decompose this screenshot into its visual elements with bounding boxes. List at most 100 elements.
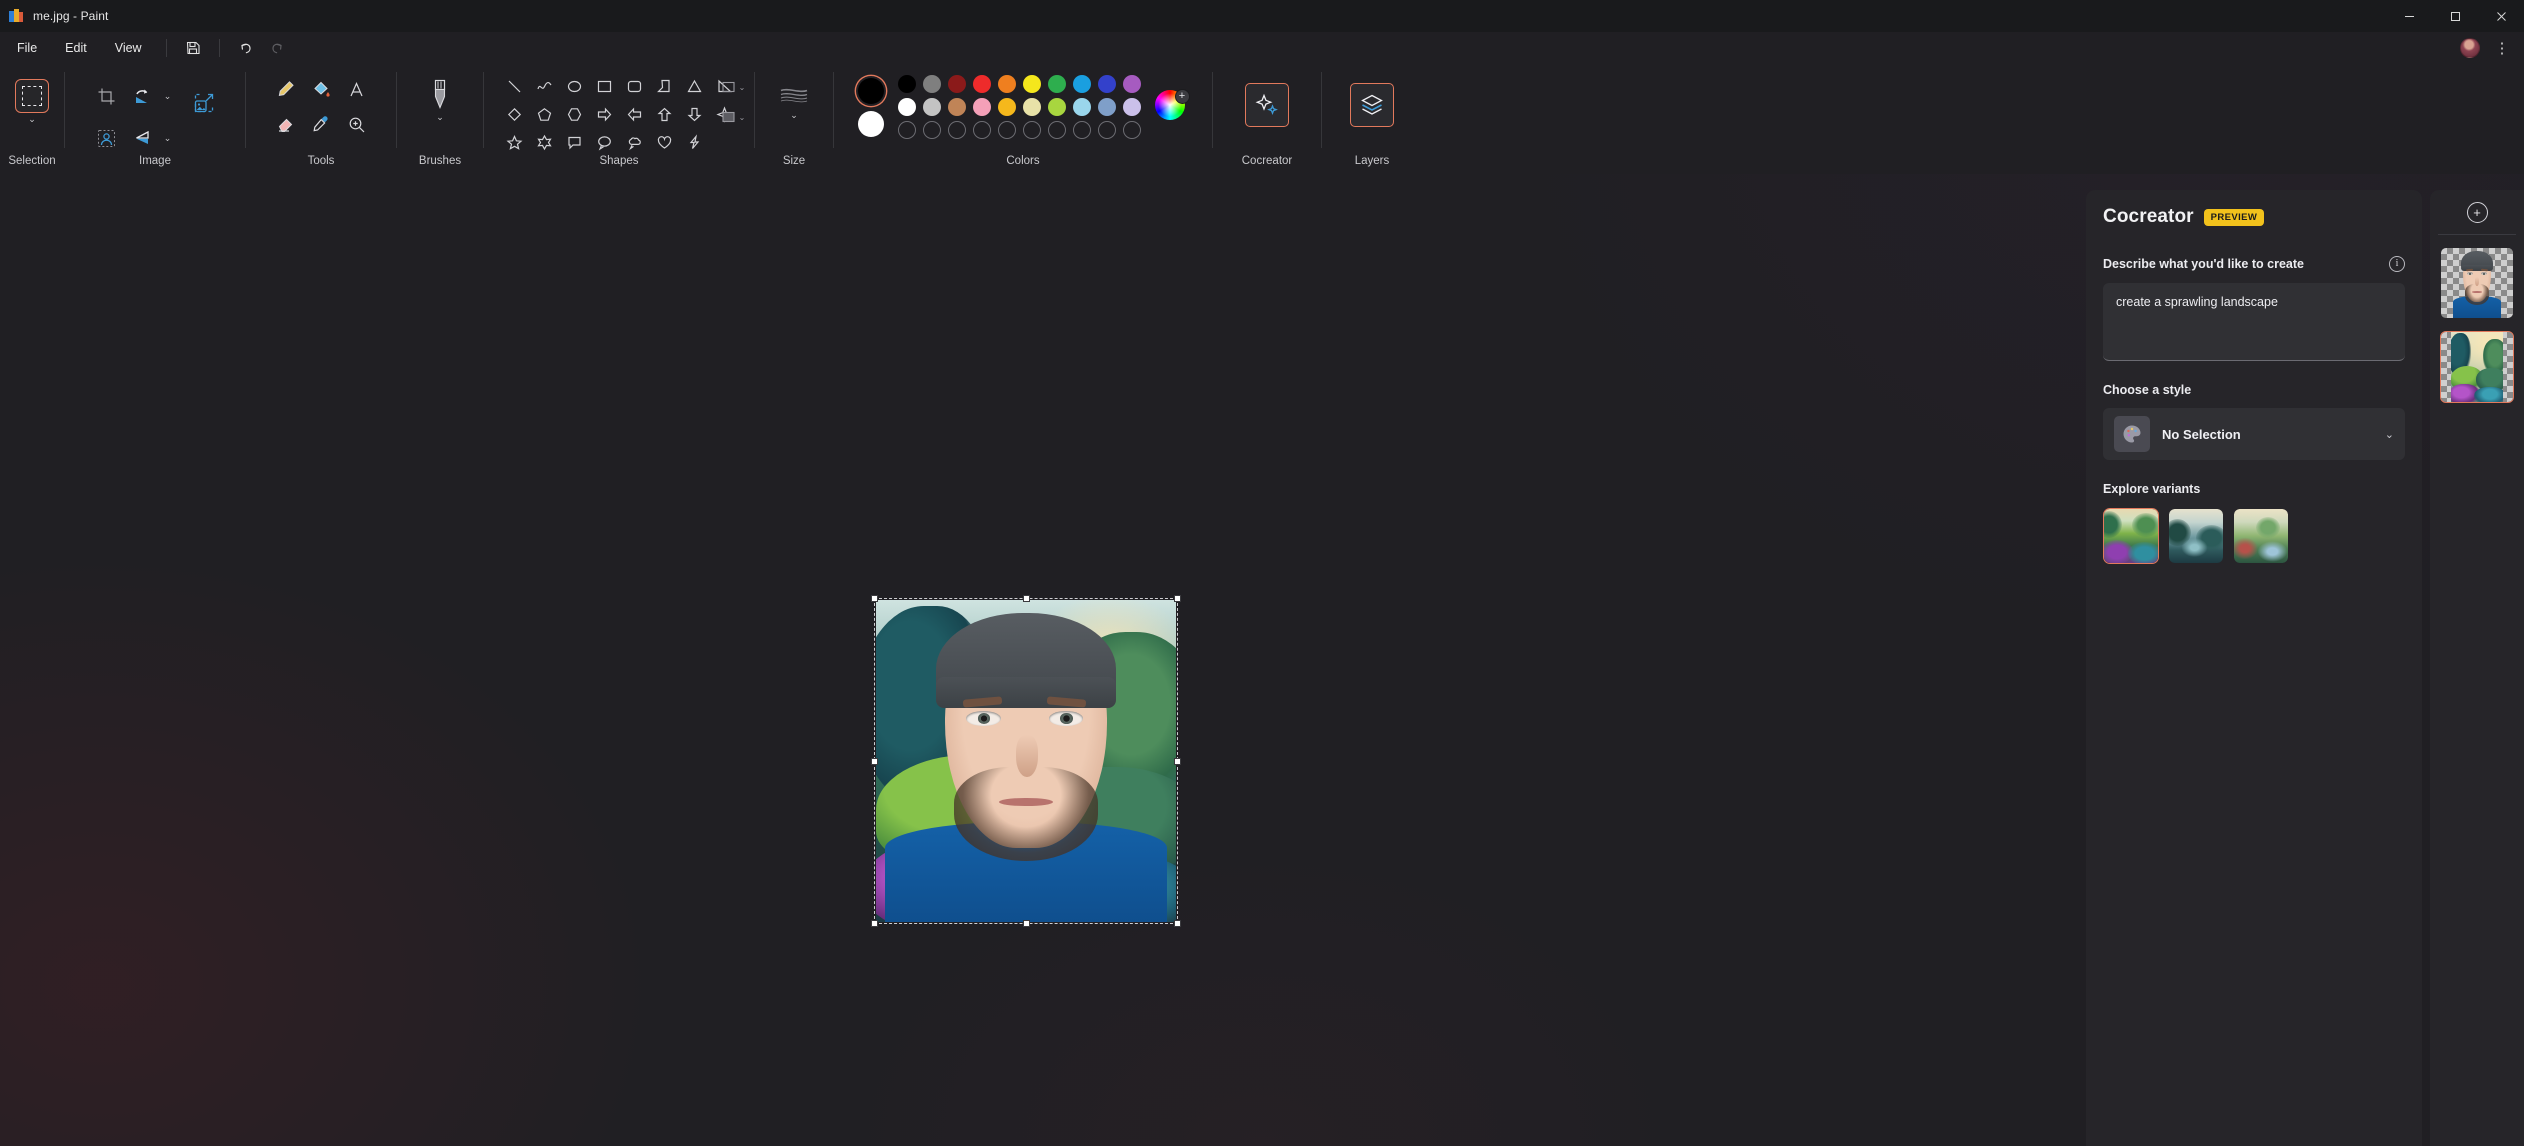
rounded-callout-shape[interactable] xyxy=(560,129,588,155)
swatch-indigo[interactable] xyxy=(1097,75,1116,93)
swatch-orange[interactable] xyxy=(997,75,1016,93)
menu-edit[interactable]: Edit xyxy=(52,36,100,60)
account-avatar[interactable] xyxy=(2460,38,2480,58)
variant-3[interactable] xyxy=(2233,508,2289,564)
swatch-pink[interactable] xyxy=(972,98,991,116)
swatch-custom-8[interactable] xyxy=(1072,121,1091,139)
triangle-shape[interactable] xyxy=(680,73,708,99)
arrow-up-shape[interactable] xyxy=(650,101,678,127)
chevron-down-icon-flip[interactable]: ⌄ xyxy=(161,124,175,152)
swatch-custom-5[interactable] xyxy=(997,121,1016,139)
swatch-dark-red[interactable] xyxy=(947,75,966,93)
oval-shape[interactable] xyxy=(560,73,588,99)
six-point-star-shape[interactable] xyxy=(530,129,558,155)
oval-callout-shape[interactable] xyxy=(590,129,618,155)
image-selection[interactable] xyxy=(871,595,1181,927)
arrow-right-shape[interactable] xyxy=(590,101,618,127)
hexagon-shape[interactable] xyxy=(560,101,588,127)
canvas-area[interactable] xyxy=(0,174,2074,1146)
rectangle-shape[interactable] xyxy=(590,73,618,99)
layer-landscape[interactable] xyxy=(2440,331,2514,403)
swatch-lime[interactable] xyxy=(1047,98,1066,116)
variant-1[interactable] xyxy=(2103,508,2159,564)
swatch-light-blue[interactable] xyxy=(1072,98,1091,116)
menu-file[interactable]: File xyxy=(4,36,50,60)
swatch-blue[interactable] xyxy=(1072,75,1091,93)
minimize-icon[interactable] xyxy=(2386,0,2432,32)
style-dropdown[interactable]: No Selection ⌄ xyxy=(2103,408,2405,460)
rotate-tool[interactable] xyxy=(126,80,158,112)
swatch-custom-4[interactable] xyxy=(972,121,991,139)
rectangle-select-tool[interactable] xyxy=(15,79,49,113)
flip-tool[interactable] xyxy=(126,122,158,154)
info-icon[interactable]: i xyxy=(2389,256,2405,272)
pencil-tool[interactable] xyxy=(270,73,302,105)
redo-icon[interactable] xyxy=(263,35,293,61)
eyedropper-tool[interactable] xyxy=(305,108,337,140)
swatch-custom-7[interactable] xyxy=(1047,121,1066,139)
brush-size-icon[interactable] xyxy=(777,83,811,109)
arrow-left-shape[interactable] xyxy=(620,101,648,127)
swatch-gold[interactable] xyxy=(997,98,1016,116)
maximize-icon[interactable] xyxy=(2432,0,2478,32)
chevron-down-icon-size[interactable]: ⌄ xyxy=(790,110,798,121)
chevron-down-icon[interactable]: ⌄ xyxy=(28,114,36,125)
resize-handle-ne[interactable] xyxy=(1174,595,1181,602)
pentagon-shape[interactable] xyxy=(530,101,558,127)
chevron-down-icon-rotate[interactable]: ⌄ xyxy=(161,82,175,110)
undo-icon[interactable] xyxy=(231,35,261,61)
swatch-custom-10[interactable] xyxy=(1122,121,1141,139)
swatch-light-gray[interactable] xyxy=(922,98,941,116)
remove-background-tool[interactable] xyxy=(91,122,123,154)
swatch-custom-9[interactable] xyxy=(1097,121,1116,139)
magnifier-tool[interactable] xyxy=(340,108,372,140)
resize-handle-e[interactable] xyxy=(1174,758,1181,765)
prompt-input[interactable]: create a sprawling landscape xyxy=(2103,283,2405,361)
swatch-custom-1[interactable] xyxy=(897,121,916,139)
layers-button[interactable] xyxy=(1350,83,1394,127)
swatch-red[interactable] xyxy=(972,75,991,93)
resize-handle-sw[interactable] xyxy=(871,920,878,927)
chevron-down-icon-brushes[interactable]: ⌄ xyxy=(436,112,444,123)
fill-tool[interactable] xyxy=(305,73,337,105)
swatch-yellow[interactable] xyxy=(1022,75,1041,93)
lightning-shape[interactable] xyxy=(680,129,708,155)
resize-handle-nw[interactable] xyxy=(871,595,878,602)
chevron-down-icon[interactable]: ⌄ xyxy=(2385,428,2394,441)
swatch-custom-2[interactable] xyxy=(922,121,941,139)
save-icon[interactable] xyxy=(178,35,208,61)
menu-view[interactable]: View xyxy=(102,36,155,60)
secondary-color-swatch[interactable] xyxy=(857,110,884,137)
resize-handle-s[interactable] xyxy=(1023,920,1030,927)
swatch-pale-yellow[interactable] xyxy=(1022,98,1041,116)
resize-handle-n[interactable] xyxy=(1023,595,1030,602)
layer-portrait[interactable] xyxy=(2440,247,2514,319)
resize-handle-w[interactable] xyxy=(871,758,878,765)
cloud-callout-shape[interactable] xyxy=(620,129,648,155)
shape-fill-button[interactable]: ⌄ xyxy=(718,104,748,130)
text-tool[interactable] xyxy=(340,73,372,105)
swatch-gray[interactable] xyxy=(922,75,941,93)
primary-color-swatch[interactable] xyxy=(857,77,884,104)
rounded-rectangle-shape[interactable] xyxy=(620,73,648,99)
close-icon[interactable] xyxy=(2478,0,2524,32)
swatch-green[interactable] xyxy=(1047,75,1066,93)
swatch-brown[interactable] xyxy=(947,98,966,116)
diamond-shape[interactable] xyxy=(500,101,528,127)
variant-2[interactable] xyxy=(2168,508,2224,564)
polygon-shape[interactable] xyxy=(650,73,678,99)
resize-image-tool[interactable] xyxy=(188,87,220,119)
shape-outline-button[interactable]: ⌄ xyxy=(718,74,748,100)
swatch-purple[interactable] xyxy=(1122,75,1141,93)
add-layer-button[interactable]: + xyxy=(2430,190,2524,234)
crop-tool[interactable] xyxy=(91,80,123,112)
swatch-custom-6[interactable] xyxy=(1022,121,1041,139)
resize-handle-se[interactable] xyxy=(1174,920,1181,927)
swatch-lavender[interactable] xyxy=(1122,98,1141,116)
arrow-down-shape[interactable] xyxy=(680,101,708,127)
swatch-black[interactable] xyxy=(897,75,916,93)
swatch-white[interactable] xyxy=(897,98,916,116)
eraser-tool[interactable] xyxy=(270,108,302,140)
five-point-star-shape[interactable] xyxy=(500,129,528,155)
swatch-custom-3[interactable] xyxy=(947,121,966,139)
